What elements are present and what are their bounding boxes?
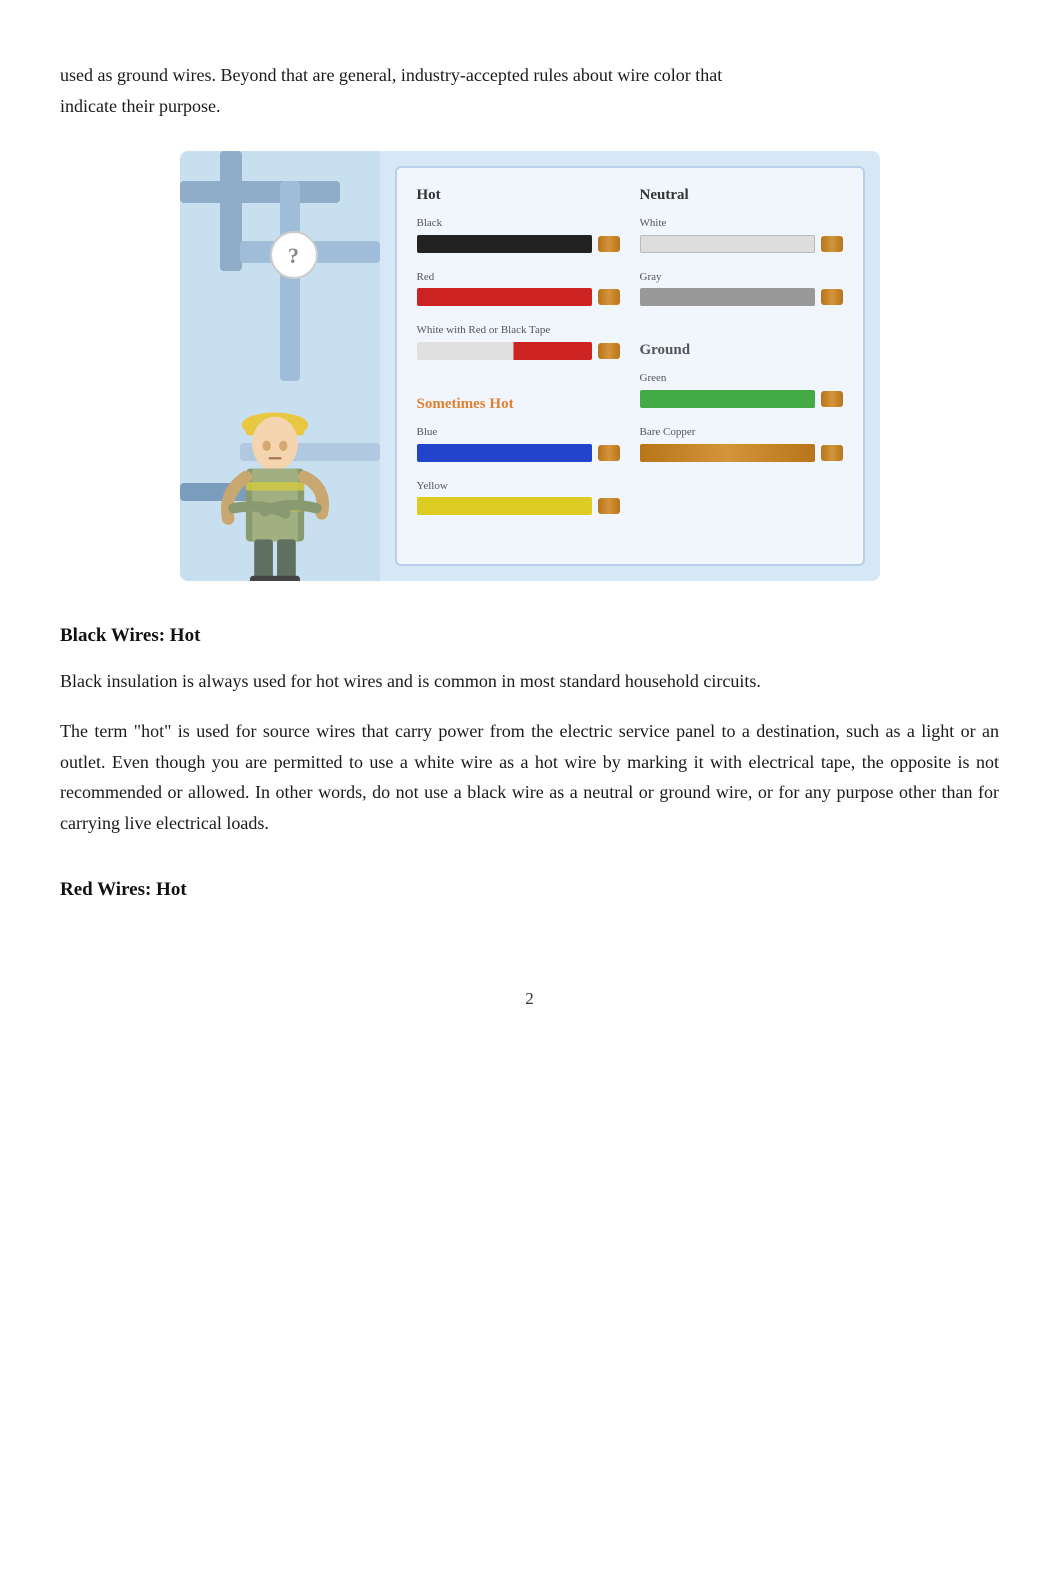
page-number: 2 — [60, 985, 999, 1012]
blue-wire-bar — [417, 444, 620, 462]
black-wires-paragraph2: The term "hot" is used for source wires … — [60, 716, 999, 838]
black-wire-section: Black — [417, 211, 620, 259]
gray-wire-bar — [640, 288, 843, 306]
bare-copper-label: Bare Copper — [640, 424, 843, 442]
worker-figure — [190, 321, 360, 581]
red-wire-label: Red — [417, 269, 620, 287]
green-wire-bar — [640, 390, 843, 408]
red-wire-section: Red — [417, 265, 620, 313]
neutral-ground-column: Neutral White Gray — [640, 183, 843, 527]
white-tape-label: White with Red or Black Tape — [417, 322, 620, 340]
blue-wire-section: Blue — [417, 420, 620, 468]
wire-color-diagram: ? — [150, 151, 910, 581]
hot-label: Hot — [417, 183, 620, 207]
intro-line2: indicate their purpose. — [60, 96, 220, 116]
white-wire-section: White — [640, 211, 843, 259]
pipe-decoration — [180, 181, 340, 203]
bare-copper-bar — [640, 444, 843, 462]
green-wire-label: Green — [640, 370, 843, 388]
hot-column: Hot Black Red — [417, 183, 620, 527]
black-wires-paragraph1: Black insulation is always used for hot … — [60, 666, 999, 697]
black-wire-bar — [417, 235, 620, 253]
diagram-illustration: ? — [180, 151, 380, 581]
red-wires-heading: Red Wires: Hot — [60, 875, 999, 905]
ground-label: Ground — [640, 338, 843, 362]
white-tape-bar — [417, 342, 620, 360]
yellow-wire-section: Yellow — [417, 474, 620, 522]
intro-text: used as ground wires. Beyond that are ge… — [60, 60, 999, 121]
black-wires-heading: Black Wires: Hot — [60, 621, 999, 651]
page-body: used as ground wires. Beyond that are ge… — [60, 60, 999, 1012]
white-wire-label: White — [640, 215, 843, 233]
yellow-wire-bar — [417, 497, 620, 515]
red-wire-bar — [417, 288, 620, 306]
gray-wire-section: Gray — [640, 265, 843, 313]
diagram-box: ? — [180, 151, 880, 581]
white-wire-bar — [640, 235, 843, 253]
white-tape-wire-section: White with Red or Black Tape — [417, 318, 620, 366]
yellow-wire-label: Yellow — [417, 478, 620, 496]
black-wire-label: Black — [417, 215, 620, 233]
intro-line1: used as ground wires. Beyond that are ge… — [60, 65, 722, 85]
neutral-label: Neutral — [640, 183, 843, 207]
gray-wire-label: Gray — [640, 269, 843, 287]
bare-copper-wire-section: Bare Copper — [640, 420, 843, 468]
pipe-decoration — [220, 151, 242, 271]
green-wire-section: Green — [640, 366, 843, 414]
wire-color-panel: Hot Black Red — [395, 166, 865, 566]
sometimes-hot-label: Sometimes Hot — [417, 392, 620, 416]
blue-wire-label: Blue — [417, 424, 620, 442]
question-bubble: ? — [270, 231, 318, 279]
